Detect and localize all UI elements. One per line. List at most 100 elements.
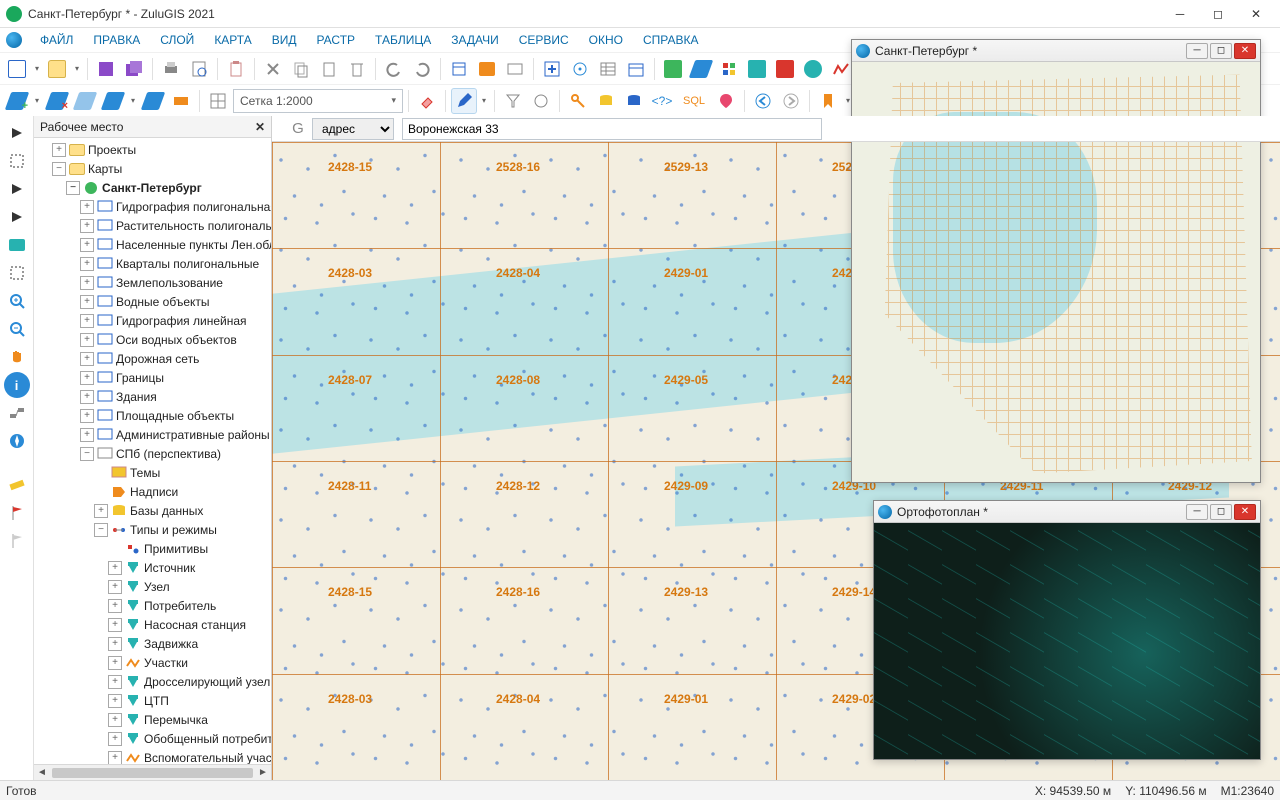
key-button[interactable] — [565, 88, 591, 114]
tree-node[interactable]: +Здания — [38, 387, 271, 406]
tree-node[interactable]: +Участки — [38, 653, 271, 672]
location-pin-button[interactable] — [713, 88, 739, 114]
zoom-in-tool[interactable] — [4, 288, 30, 314]
undo-button[interactable] — [381, 56, 407, 82]
tree-node[interactable]: +Обобщенный потребитель — [38, 729, 271, 748]
search-address-input[interactable] — [402, 118, 822, 140]
edit-pencil-button[interactable] — [451, 88, 477, 114]
tree-node[interactable]: +Вспомогательный участок — [38, 748, 271, 764]
network-button[interactable] — [744, 56, 770, 82]
menu-файл[interactable]: ФАЙЛ — [30, 30, 83, 50]
menu-правка[interactable]: ПРАВКА — [83, 30, 150, 50]
save-button[interactable] — [93, 56, 119, 82]
menu-слой[interactable]: СЛОЙ — [150, 30, 204, 50]
tree-node[interactable]: +Оси водных объектов — [38, 330, 271, 349]
new-file-button[interactable] — [4, 56, 30, 82]
overview-window[interactable]: Санкт-Петербург * ─ ◻ ✕ — [851, 39, 1261, 483]
tree-node[interactable]: +Потребитель — [38, 596, 271, 615]
trace-button[interactable]: <?> — [649, 88, 675, 114]
new-layer-button[interactable]: + — [4, 88, 30, 114]
info-tool[interactable]: i — [4, 372, 30, 398]
menu-таблица[interactable]: ТАБЛИЦА — [365, 30, 441, 50]
tree-node[interactable]: +Задвижка — [38, 634, 271, 653]
tree-node[interactable]: +Базы данных — [38, 501, 271, 520]
flag-tool[interactable] — [4, 500, 30, 526]
tree-node[interactable]: +Границы — [38, 368, 271, 387]
tree-node[interactable]: +Землепользование — [38, 273, 271, 292]
organizer-button[interactable] — [502, 56, 528, 82]
add-layer-button[interactable] — [539, 56, 565, 82]
menu-задачи[interactable]: ЗАДАЧИ — [441, 30, 508, 50]
window-close-button[interactable]: ✕ — [1238, 2, 1274, 26]
print-preview-button[interactable] — [186, 56, 212, 82]
ortho-minimize-button[interactable]: ─ — [1186, 504, 1208, 520]
layer-style-button[interactable] — [168, 88, 194, 114]
select-minus-tool[interactable] — [4, 204, 30, 230]
menu-сервис[interactable]: СЕРВИС — [509, 30, 579, 50]
properties-button[interactable] — [446, 56, 472, 82]
search-field-select[interactable]: адрес — [312, 118, 394, 140]
edit-region-tool[interactable] — [4, 232, 30, 258]
workspace-close-button[interactable]: ✕ — [255, 120, 265, 134]
tree-node[interactable]: −Санкт-Петербург — [38, 178, 271, 197]
pump-button[interactable] — [800, 56, 826, 82]
layer-props-button[interactable] — [140, 88, 166, 114]
open-file-button[interactable] — [44, 56, 70, 82]
tree-node[interactable]: +Административные районы — [38, 425, 271, 444]
copy-button[interactable] — [288, 56, 314, 82]
pin-flag-tool[interactable] — [4, 528, 30, 554]
ruler-tool[interactable] — [4, 472, 30, 498]
overview-close-button[interactable]: ✕ — [1234, 43, 1256, 59]
delete-layer-button[interactable]: × — [44, 88, 70, 114]
workspace-tree[interactable]: +Проекты−Карты−Санкт-Петербург +Гидрограф… — [34, 138, 271, 764]
tree-node[interactable]: +Дорожная сеть — [38, 349, 271, 368]
layer-toggle-button[interactable] — [72, 88, 98, 114]
tree-node[interactable]: −Карты — [38, 159, 271, 178]
thematic-button[interactable] — [660, 56, 686, 82]
tree-node[interactable]: +Гидрография линейная — [38, 311, 271, 330]
connect-tool[interactable] — [4, 400, 30, 426]
ortho-window[interactable]: Ортофотоплан * ─ ◻ ✕ — [873, 500, 1261, 760]
tree-node[interactable]: +ЦТП — [38, 691, 271, 710]
tree-node[interactable]: +Растительность полигональная — [38, 216, 271, 235]
save-all-button[interactable] — [121, 56, 147, 82]
overview-minimize-button[interactable]: ─ — [1186, 43, 1208, 59]
ortho-map[interactable] — [874, 523, 1260, 759]
tree-node[interactable]: +Площадные объекты — [38, 406, 271, 425]
tree-node[interactable]: −СПб (перспектива) — [38, 444, 271, 463]
table-button[interactable] — [595, 56, 621, 82]
tree-node[interactable]: +Водные объекты — [38, 292, 271, 311]
overview-maximize-button[interactable]: ◻ — [1210, 43, 1232, 59]
select-filter-button[interactable] — [528, 88, 554, 114]
select-rect-tool[interactable] — [4, 148, 30, 174]
grid-scale-combo[interactable]: Сетка 1:2000▾ — [233, 89, 403, 113]
select-plus-tool[interactable] — [4, 176, 30, 202]
label-manager-button[interactable] — [688, 56, 714, 82]
filter-button[interactable] — [500, 88, 526, 114]
forward-button[interactable] — [778, 88, 804, 114]
tree-node[interactable]: +Населенные пункты Лен.обл — [38, 235, 271, 254]
print-button[interactable] — [158, 56, 184, 82]
sql-button[interactable]: SQL — [677, 88, 711, 114]
calendar-button[interactable] — [623, 56, 649, 82]
zoom-out-tool[interactable] — [4, 316, 30, 342]
tree-node[interactable]: +Узел — [38, 577, 271, 596]
task-button[interactable] — [474, 56, 500, 82]
grid-toggle-button[interactable] — [205, 88, 231, 114]
tree-node[interactable]: Примитивы — [38, 539, 271, 558]
layer-up-button[interactable] — [100, 88, 126, 114]
sync-database-button[interactable] — [621, 88, 647, 114]
raster-button[interactable] — [716, 56, 742, 82]
pan-tool[interactable] — [4, 344, 30, 370]
clipboard-button[interactable] — [223, 56, 249, 82]
tree-node[interactable]: +Дросселирующий узел — [38, 672, 271, 691]
menu-справка[interactable]: СПРАВКА — [633, 30, 709, 50]
paste-button[interactable] — [316, 56, 342, 82]
database-button[interactable] — [593, 88, 619, 114]
menu-окно[interactable]: ОКНО — [579, 30, 633, 50]
tree-node[interactable]: +Проекты — [38, 140, 271, 159]
tree-node[interactable]: −Типы и режимы — [38, 520, 271, 539]
pointer-tool[interactable] — [4, 120, 30, 146]
back-button[interactable] — [750, 88, 776, 114]
target-button[interactable] — [567, 56, 593, 82]
